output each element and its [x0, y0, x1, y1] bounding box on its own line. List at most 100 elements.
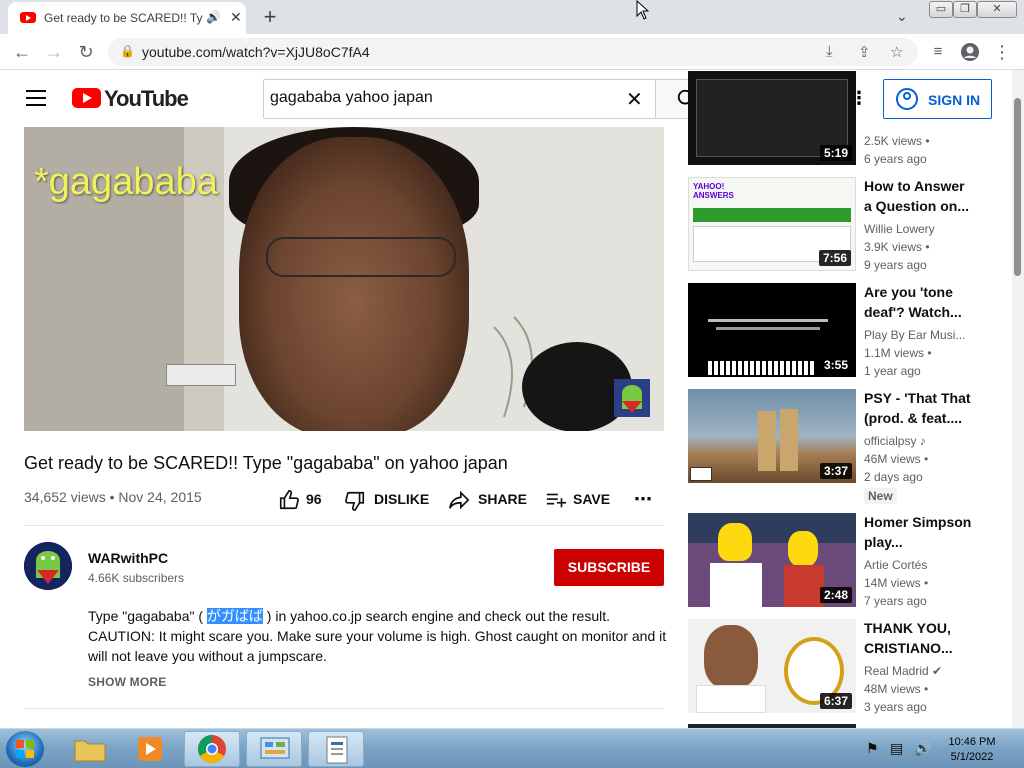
chrome-menu-icon[interactable]: ⋮ — [990, 40, 1014, 64]
dislike-button[interactable]: DISLIKE — [344, 489, 434, 511]
taskbar-document-app[interactable] — [308, 731, 364, 767]
more-actions-icon[interactable]: ⋯ — [634, 489, 654, 511]
taskbar-chrome[interactable] — [184, 731, 240, 767]
share-button[interactable]: SHARE — [448, 489, 528, 511]
video-duration: 3:37 — [819, 463, 852, 479]
video-duration: 7:56 — [818, 250, 851, 266]
search-input[interactable] — [270, 89, 610, 107]
like-button[interactable]: 96 — [278, 489, 328, 511]
recommended-video[interactable]: YAHOO! ANSWERS 7:56 How to Answer a Ques… — [688, 177, 988, 272]
youtube-header: YouTube ✕ ⋮ SIGN IN — [0, 70, 1012, 126]
video-thumbnail[interactable]: 3:55 — [688, 283, 856, 377]
video-description: Type "gagababa" ( がガばば ) in yahoo.co.jp … — [88, 606, 668, 666]
video-player[interactable]: *gagababa — [24, 127, 664, 431]
video-age: 6 years ago — [864, 152, 927, 166]
show-more-button[interactable]: SHOW MORE — [88, 675, 166, 689]
video-person-face — [239, 137, 469, 431]
media-control-icon[interactable]: ≡ — [926, 40, 950, 64]
document-icon — [326, 736, 348, 764]
channel-avatar[interactable] — [24, 542, 72, 590]
subscriber-count: 4.66K subscribers — [88, 571, 185, 585]
video-title: Homer Simpson play... — [864, 514, 972, 550]
video-title: THANK YOU, CRISTIANO... — [864, 620, 953, 656]
scrollbar-thumb[interactable] — [1014, 98, 1021, 276]
address-bar[interactable]: 🔒 youtube.com/watch?v=XjJU8oC7fA4 ⤓ ⇪ ☆ — [108, 38, 918, 66]
browser-tab[interactable]: Get ready to be SCARED!! Ty 🔊 ✕ — [8, 2, 246, 34]
network-error-icon[interactable]: ⚑ — [866, 740, 879, 757]
share-arrow-icon — [449, 490, 470, 510]
video-channel[interactable]: Willie Lowery — [864, 222, 935, 236]
video-age: 3 years ago — [864, 700, 927, 714]
bookmark-star-icon[interactable]: ☆ — [890, 43, 903, 61]
recommended-video[interactable]: 3:37 PSY - 'That That (prod. & feat.... … — [688, 389, 988, 505]
video-thumbnail[interactable]: YAHOO! ANSWERS 7:56 — [688, 177, 856, 271]
video-wall-socket — [166, 364, 236, 386]
taskbar-control-panel[interactable] — [246, 731, 302, 767]
network-icon[interactable]: ▤ — [890, 740, 903, 757]
close-window-button[interactable]: ✕ — [977, 1, 1017, 18]
video-views: 14M views • — [864, 576, 929, 590]
share-label: SHARE — [478, 491, 528, 507]
volume-icon[interactable]: 🔊 — [914, 740, 931, 757]
video-age: 9 years ago — [864, 258, 927, 272]
minimize-button[interactable]: ▭ — [929, 1, 953, 18]
video-overlay-caption: *gagababa — [34, 161, 218, 203]
new-tab-button[interactable]: + — [258, 4, 282, 30]
channel-watermark-icon[interactable] — [614, 379, 650, 417]
video-thumbnail[interactable]: 5:19 — [688, 71, 856, 165]
start-button[interactable] — [6, 731, 44, 767]
video-views: 3.9K views • — [864, 240, 930, 254]
forward-arrow-icon[interactable]: → — [42, 40, 66, 64]
youtube-favicon-icon — [20, 12, 36, 23]
media-player-icon — [138, 737, 162, 761]
install-app-icon[interactable]: ⤓ — [826, 43, 833, 60]
video-thumbnail[interactable]: 3:37 — [688, 389, 856, 483]
tab-audio-icon[interactable]: 🔊 — [206, 10, 221, 24]
taskbar-media-player[interactable] — [122, 731, 178, 767]
mouse-cursor-icon — [636, 0, 650, 20]
video-title: Get ready to be SCARED!! Type "gagababa"… — [24, 453, 508, 473]
tab-search-chevron-icon[interactable]: ⌄ — [896, 8, 908, 25]
video-duration: 3:55 — [819, 357, 852, 373]
thumbs-up-icon — [279, 490, 299, 510]
guide-menu-icon[interactable] — [26, 90, 46, 106]
recommended-video[interactable]: 6:37 THANK YOU, CRISTIANO... Real Madrid… — [688, 619, 988, 714]
lock-icon[interactable]: 🔒 — [120, 44, 135, 58]
save-button[interactable]: SAVE — [545, 489, 615, 511]
video-thumbnail[interactable]: 6:37 — [688, 619, 856, 713]
subscribe-button[interactable]: SUBSCRIBE — [554, 549, 664, 586]
video-age: 2 days ago — [864, 470, 923, 484]
share-page-icon[interactable]: ⇪ — [858, 43, 871, 61]
video-channel[interactable]: officialpsy ♪ — [864, 434, 926, 448]
video-duration: 5:19 — [819, 145, 852, 161]
video-channel[interactable]: Real Madrid ✔ — [864, 664, 942, 678]
video-channel[interactable]: Play By Ear Musi... — [864, 328, 965, 342]
description-selected-text: がガばば — [206, 608, 263, 624]
video-person-glasses — [266, 237, 456, 277]
profile-icon[interactable] — [958, 40, 982, 64]
add-to-playlist-icon — [546, 493, 567, 508]
dislike-label: DISLIKE — [374, 491, 430, 507]
channel-name[interactable]: WARwithPC — [88, 550, 168, 566]
description-text: ) in yahoo.co.jp search engine and check… — [262, 608, 611, 624]
youtube-play-logo-icon — [72, 88, 101, 108]
thumbs-down-icon — [345, 491, 365, 511]
search-box[interactable]: ✕ — [263, 79, 656, 119]
video-age: 7 years ago — [864, 594, 927, 608]
back-arrow-icon[interactable]: ← — [10, 40, 34, 64]
recommended-video[interactable]: 2:48 Homer Simpson play... Artie Cortés … — [688, 513, 988, 608]
reload-icon[interactable]: ↻ — [74, 40, 98, 64]
video-thumbnail[interactable]: 2:48 — [688, 513, 856, 607]
tab-close-icon[interactable]: ✕ — [230, 9, 242, 26]
sign-in-button[interactable]: SIGN IN — [883, 79, 992, 119]
like-count: 96 — [306, 491, 322, 507]
maximize-button[interactable]: ❐ — [953, 1, 977, 18]
video-channel[interactable]: Artie Cortés — [864, 558, 927, 572]
taskbar-explorer[interactable] — [62, 731, 118, 767]
system-clock[interactable]: 10:46 PM 5/1/2022 — [940, 735, 1004, 765]
recommended-video[interactable]: 3:55 Are you 'tone deaf'? Watch... Play … — [688, 283, 988, 378]
sign-in-label: SIGN IN — [928, 92, 981, 108]
clear-search-icon[interactable]: ✕ — [626, 87, 643, 112]
recommended-video[interactable]: 5:19 2.5K views • 6 years ago — [688, 71, 988, 166]
tab-title: Get ready to be SCARED!! Ty — [44, 11, 203, 25]
